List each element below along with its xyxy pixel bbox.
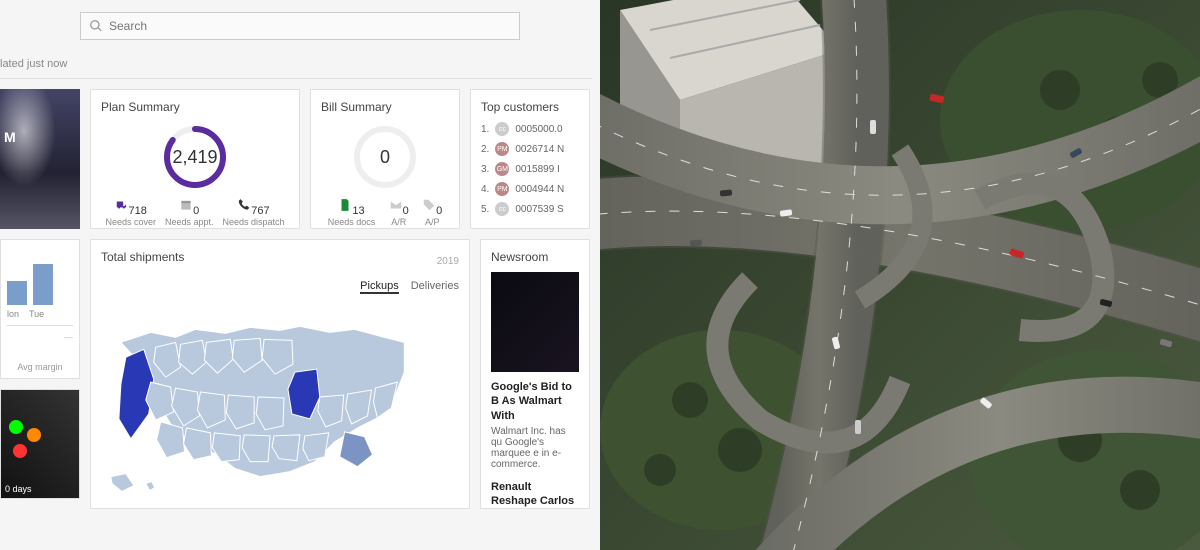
total-shipments-card: Total shipments 2019 Pickups Deliveries (90, 239, 470, 509)
plan-title: Plan Summary (101, 100, 289, 114)
news-item[interactable]: Renault Reshape Carlos Ghosn's FRenault … (491, 480, 579, 509)
stat-ap[interactable]: 0A/P (422, 198, 442, 227)
doc-icon (338, 198, 352, 212)
plan-donut: 2,419 (160, 122, 230, 192)
tab-deliveries[interactable]: Deliveries (411, 280, 459, 294)
bar (33, 264, 53, 305)
news-image (491, 272, 579, 372)
customer-badge-icon: GM (495, 162, 509, 176)
plan-total: 2,419 (160, 122, 230, 192)
mail-icon (389, 198, 403, 212)
topcust-title: Top customers (481, 100, 579, 114)
customer-row[interactable]: 3.GM0015899 I (481, 162, 579, 176)
news-item[interactable]: Google's Bid to B As Walmart WithWalmart… (491, 380, 579, 470)
news-title: Newsroom (491, 250, 579, 264)
map-title: Total shipments (101, 250, 184, 264)
thumb-tile[interactable]: 0 days (0, 389, 80, 499)
hero-label: M (4, 129, 16, 145)
customer-badge-icon: PM (495, 142, 509, 156)
bill-summary-card: Bill Summary 0 13Needs docs 0A/R 0A/P (310, 89, 460, 229)
customer-row[interactable]: 2.PM0026714 N (481, 142, 579, 156)
map-year: 2019 (437, 256, 459, 267)
search-bar[interactable] (80, 12, 520, 40)
top-customers-card: Top customers 1.cc0005000.0 2.PM0026714 … (470, 89, 590, 229)
updated-text: lated just now (0, 40, 592, 79)
customer-row[interactable]: 4.PM0004944 N (481, 182, 579, 196)
tab-pickups[interactable]: Pickups (360, 280, 399, 294)
search-input[interactable] (109, 19, 511, 33)
bar (7, 281, 27, 305)
calendar-icon (179, 198, 193, 212)
customer-row[interactable]: 1.cc0005000.0 (481, 122, 579, 136)
search-icon (89, 19, 103, 33)
thumb-caption: 0 days (5, 484, 32, 494)
stat-needs-cover[interactable]: 718Needs cover (105, 198, 156, 227)
stat-needs-dispatch[interactable]: 767Needs dispatch (222, 198, 284, 227)
tag-icon (422, 198, 436, 212)
bill-title: Bill Summary (321, 100, 449, 114)
newsroom-card: Newsroom Google's Bid to B As Walmart Wi… (480, 239, 590, 509)
state-alaska[interactable] (111, 474, 134, 492)
customer-badge-icon: PM (495, 182, 509, 196)
hero-aerial-image (600, 0, 1200, 550)
stat-ar[interactable]: 0A/R (389, 198, 409, 227)
bill-total: 0 (350, 122, 420, 192)
bill-donut: 0 (350, 122, 420, 192)
mini-bar-chart: lonTue — Avg margin (0, 239, 80, 379)
state-georgia[interactable] (340, 432, 373, 467)
customer-row[interactable]: 5.cc0007539 S (481, 202, 579, 216)
customer-badge-icon: cc (495, 202, 509, 216)
avg-margin-label: Avg margin (7, 362, 73, 372)
plan-summary-card: Plan Summary 2,419 718Needs cover 0Needs… (90, 89, 300, 229)
hero-tile[interactable]: M (0, 89, 80, 229)
truck-icon (115, 198, 129, 212)
stat-needs-docs[interactable]: 13Needs docs (328, 198, 376, 227)
stat-needs-appt[interactable]: 0Needs appt. (165, 198, 214, 227)
phone-icon (237, 198, 251, 212)
customer-badge-icon: cc (495, 122, 509, 136)
us-map[interactable] (101, 302, 459, 502)
